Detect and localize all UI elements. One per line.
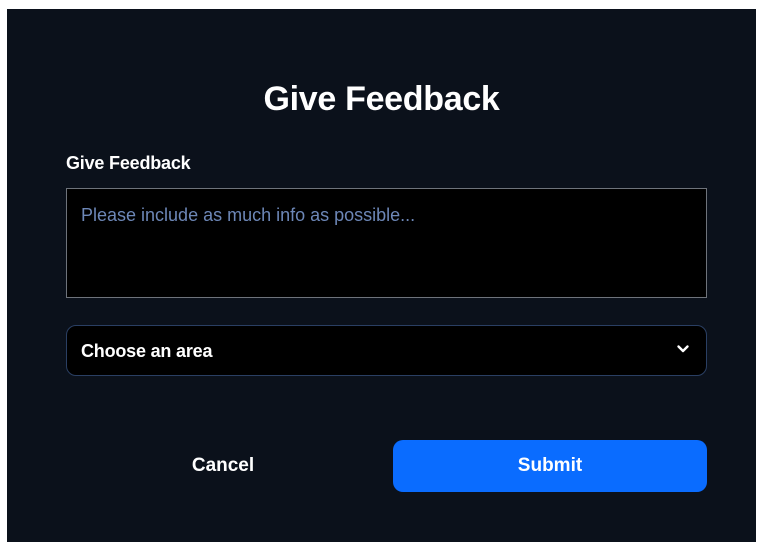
submit-button[interactable]: Submit [393,440,707,492]
feedback-dialog: Give Feedback Give Feedback Choose an ar… [7,9,756,542]
dialog-title: Give Feedback [263,80,500,118]
feedback-field-label: Give Feedback [66,153,191,173]
cancel-button[interactable]: Cancel [126,440,320,492]
feedback-textarea[interactable] [66,188,707,298]
chevron-down-icon [676,342,690,356]
area-dropdown[interactable]: Choose an area [66,325,707,376]
area-dropdown-value: Choose an area [81,341,213,361]
